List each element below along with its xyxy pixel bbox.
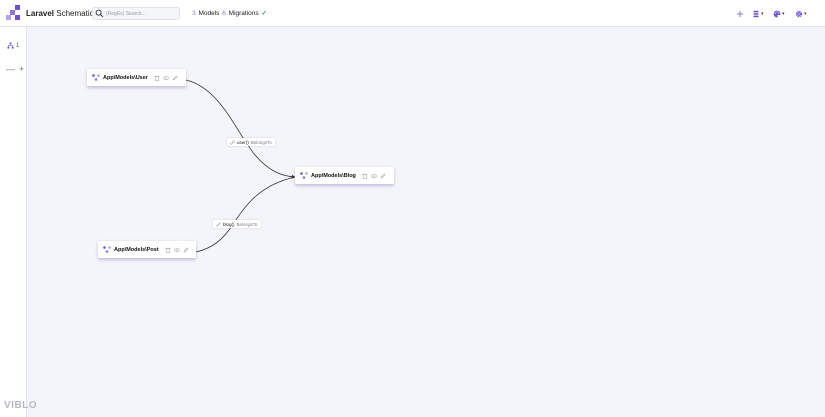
search-box[interactable] [92,7,180,20]
models-label[interactable]: Models [198,10,219,17]
relationship-edges [185,79,299,253]
add-model-button[interactable] [736,9,744,18]
trash-icon[interactable] [165,247,171,253]
edge-label-user[interactable]: user() BelongsTo [227,138,275,146]
eye-icon[interactable] [371,173,377,179]
edge-relation-type: BelongsTo [236,221,258,227]
models-count: 3 [192,10,196,17]
model-name: App\Models\Post [114,246,159,253]
palette-icon [773,10,781,17]
model-icon [92,74,100,81]
model-node-user[interactable]: App\Models\User [87,69,186,87]
edge-blog-post [195,174,299,253]
zoom-controls: — + [6,65,24,74]
model-name: App\Models\Blog [311,172,356,179]
edge-method: user() [237,139,249,145]
edge-user-blog [185,79,296,179]
model-node-post[interactable]: App\Models\Post [98,241,196,259]
eye-icon[interactable] [163,75,169,81]
app-title-bold: Laravel [26,9,55,18]
model-node-blog[interactable]: App\Models\Blog [295,167,394,185]
edge-label-blog[interactable]: blog() BelongsTo [213,220,261,228]
edit-icon[interactable] [183,247,189,253]
edge-relation-type: BelongsTo [250,139,272,145]
hierarchy-level-count: 1 [16,42,20,49]
eye-icon[interactable] [173,247,180,253]
viblo-watermark: VIBLO [4,400,38,411]
model-icon [300,172,308,179]
chevron-down-icon: ▾ [761,10,764,17]
hierarchy-level-control[interactable]: 1 [7,42,19,49]
zoom-in-button[interactable]: + [19,65,24,74]
search-icon [95,9,104,18]
trash-icon[interactable] [154,75,160,81]
plus-icon [737,10,743,17]
model-name: App\Models\User [103,74,148,81]
left-toolbar: 1 — + [0,27,27,417]
edge-method: blog() [223,221,235,227]
edit-icon[interactable] [172,75,178,81]
model-migration-counts: 3 Models 6 Migrations ✓ [192,9,268,18]
migrations-count: 6 [222,10,226,17]
app-title: Laravel Schematics [26,8,98,19]
laravel-schematics-logo [6,5,20,20]
top-navbar: Laravel Schematics 3 Models 6 Migrations… [0,0,825,27]
link-icon [230,139,235,145]
edit-icon[interactable] [380,173,386,179]
chevron-down-icon: ▾ [804,10,807,17]
search-input[interactable] [106,9,178,19]
trash-icon[interactable] [362,173,368,179]
gear-icon [795,10,803,17]
zoom-out-button[interactable]: — [6,65,15,74]
database-icon [753,10,759,17]
settings-menu-button[interactable]: ▾ [795,9,807,18]
link-icon [216,221,221,227]
migrations-label[interactable]: Migrations [229,10,259,17]
chevron-down-icon: ▾ [782,10,785,17]
database-menu-button[interactable]: ▾ [752,9,764,18]
migrations-status-check-icon: ✓ [261,10,267,17]
theme-menu-button[interactable]: ▾ [773,9,785,18]
hierarchy-icon [7,42,14,49]
model-icon [103,246,111,253]
